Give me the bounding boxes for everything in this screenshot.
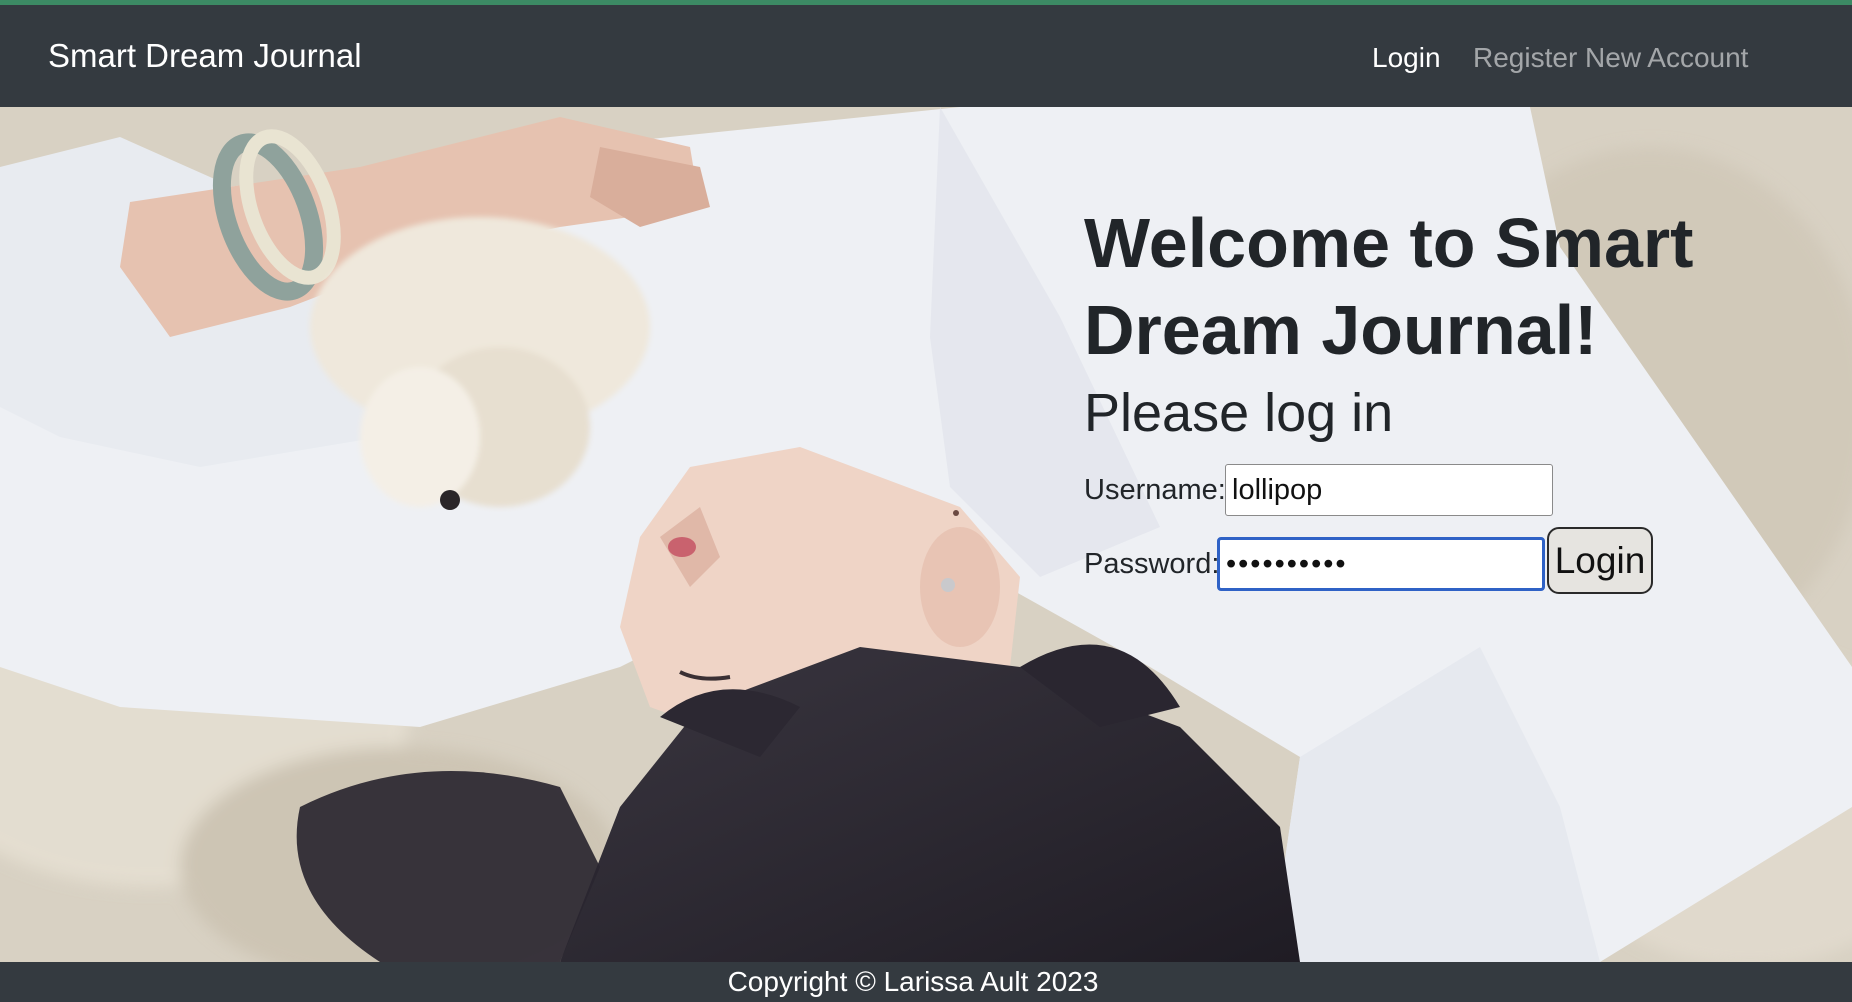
username-label: Username: <box>1084 474 1226 506</box>
password-input[interactable] <box>1217 537 1545 591</box>
password-label: Password: <box>1084 548 1220 580</box>
navbar: Smart Dream Journal Login Register New A… <box>0 5 1852 107</box>
nav-register-link[interactable]: Register New Account <box>1473 42 1748 74</box>
login-subheading: Please log in <box>1084 383 1394 443</box>
welcome-heading: Welcome to Smart Dream Journal! <box>1084 204 1694 369</box>
copyright-text: Copyright © Larissa Ault 2023 <box>727 966 1099 997</box>
login-submit-button[interactable]: Login <box>1547 527 1653 594</box>
nav-login-link[interactable]: Login <box>1372 42 1441 74</box>
username-input[interactable] <box>1225 464 1553 516</box>
footer: Copyright © Larissa Ault 2023 <box>0 962 1852 1002</box>
brand-link[interactable]: Smart Dream Journal <box>48 37 362 75</box>
